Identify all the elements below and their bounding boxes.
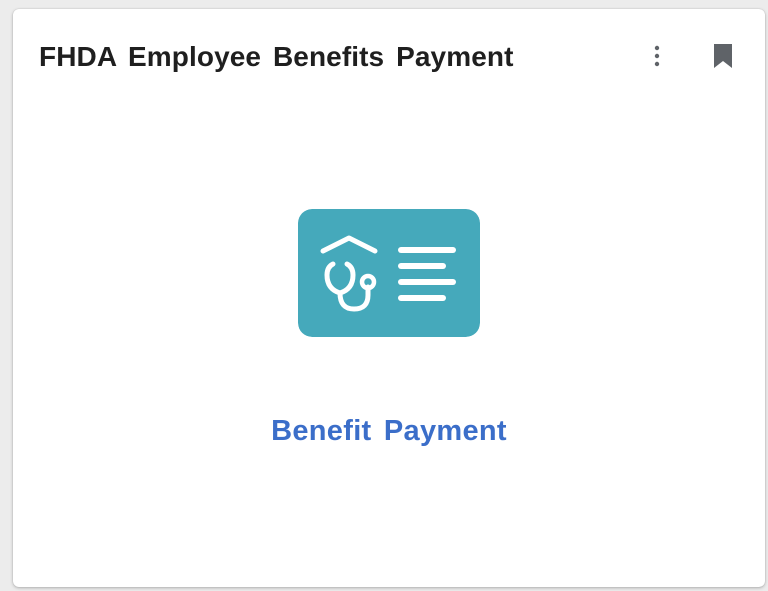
card-header: FHDA Employee Benefits Payment [13,9,765,109]
benefit-payment-link[interactable]: Benefit Payment [13,209,765,448]
more-vertical-icon [654,45,660,67]
more-options-button[interactable] [641,39,673,73]
benefit-payment-label: Benefit Payment [271,415,507,447]
health-benefits-card-icon [298,209,480,337]
bookmark-icon [714,44,732,68]
card-actions [641,39,739,73]
card-title: FHDA Employee Benefits Payment [39,41,514,72]
benefits-card: FHDA Employee Benefits Payment Benefit P… [13,9,765,587]
bookmark-button[interactable] [707,39,739,73]
